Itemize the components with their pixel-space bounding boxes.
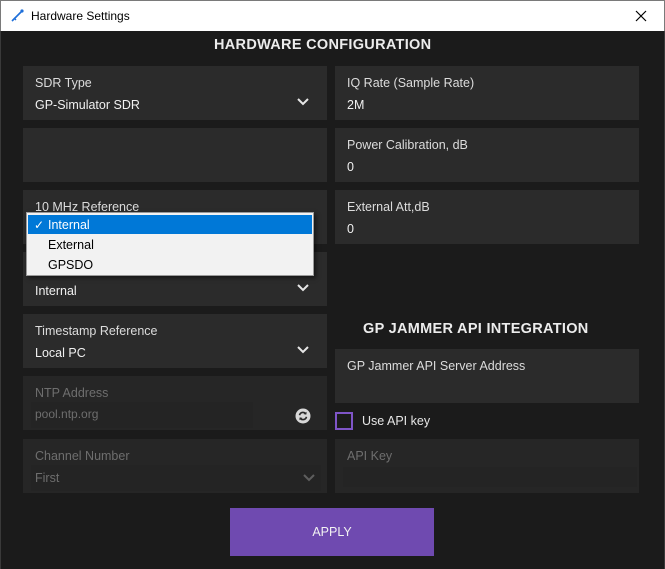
dropdown-option-label: Internal [48,218,90,232]
power-calibration-value: 0 [347,160,354,174]
apply-button[interactable]: APPLY [230,508,434,556]
timestamp-reference-label: Timestamp Reference [35,324,158,338]
power-calibration-label: Power Calibration, dB [347,138,468,152]
use-api-key-label: Use API key [362,414,431,428]
chevron-down-icon [297,284,309,292]
channel-number-label: Channel Number [33,449,132,463]
app-icon [11,9,24,22]
reference-select-value: Internal [35,284,77,298]
channel-number-select: Channel Number First [23,439,327,493]
chevron-down-icon [303,474,315,482]
api-server-address-label: GP Jammer API Server Address [347,359,526,373]
api-key-label: API Key [345,449,395,463]
api-server-address-field[interactable]: GP Jammer API Server Address [335,349,639,403]
timestamp-reference-select[interactable]: Timestamp Reference Local PC [23,314,327,368]
dropdown-option-internal[interactable]: ✓ Internal [28,215,312,234]
dropdown-option-label: External [48,238,94,252]
sdr-type-value: GP-Simulator SDR [35,98,140,112]
external-att-label: External Att,dB [347,200,430,214]
title-bar: Hardware Settings [0,0,665,31]
sdr-type-select[interactable]: SDR Type GP-Simulator SDR [23,66,327,120]
close-icon [635,10,647,22]
checkmark-icon: ✓ [34,218,45,232]
iq-rate-value: 2M [347,98,365,112]
refresh-icon[interactable] [295,408,311,424]
api-key-field: API Key [335,439,639,493]
iq-rate-label: IQ Rate (Sample Rate) [347,76,475,90]
channel-number-field: First [31,465,321,491]
api-key-input [343,467,637,487]
power-calibration-field[interactable]: Power Calibration, dB 0 [335,128,639,182]
dropdown-option-label: GPSDO [48,258,94,272]
ref-10mhz-dropdown-list: ✓ Internal External GPSDO [26,212,314,276]
ntp-address-panel: NTP Address pool.ntp.org [23,376,327,430]
api-heading: GP JAMMER API INTEGRATION [363,321,589,337]
sdr-type-label: SDR Type [35,76,92,90]
chevron-down-icon [297,98,309,106]
external-att-value: 0 [347,222,354,236]
timestamp-reference-value: Local PC [35,346,86,360]
dropdown-option-gpsdo[interactable]: GPSDO [28,255,312,274]
ntp-address-value: pool.ntp.org [35,407,99,421]
chevron-down-icon [297,346,309,354]
window-title: Hardware Settings [31,9,130,23]
ntp-address-field[interactable]: pool.ntp.org [31,402,253,428]
close-button[interactable] [618,1,664,31]
use-api-key-checkbox[interactable] [335,412,353,430]
external-att-field[interactable]: External Att,dB 0 [335,190,639,244]
channel-number-value: First [35,471,60,485]
empty-panel [23,128,327,182]
dialog-body: HARDWARE CONFIGURATION SDR Type GP-Simul… [0,31,665,569]
hardware-heading: HARDWARE CONFIGURATION [214,37,432,53]
ntp-address-label: NTP Address [33,386,111,400]
dropdown-option-external[interactable]: External [28,235,312,254]
iq-rate-field[interactable]: IQ Rate (Sample Rate) 2M [335,66,639,120]
